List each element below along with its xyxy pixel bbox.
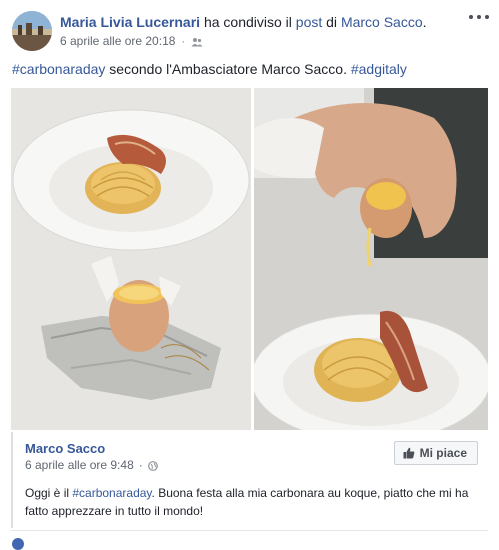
like-page-button[interactable]: Mi piace (393, 441, 478, 465)
shared-timestamp[interactable]: 6 aprile alle ore 9:48 (25, 458, 134, 472)
action-text: ha condiviso il (200, 14, 296, 30)
shared-text-before: Oggi è il (25, 486, 73, 500)
author-link[interactable]: Maria Livia Lucernari (60, 14, 200, 30)
original-author-link[interactable]: Marco Sacco (341, 14, 423, 30)
shared-post: Maria Livia Lucernari ha condiviso il po… (0, 0, 499, 550)
shared-post-text: Oggi è il #carbonaraday. Buona festa all… (25, 484, 480, 520)
like-button-label: Mi piace (419, 446, 467, 460)
shared-meta: 6 aprile alle ore 9:48 · (25, 458, 158, 472)
photo-pouring-yolk[interactable] (254, 88, 488, 430)
post-text: #carbonaraday secondo l'Ambasciatore Mar… (12, 60, 487, 78)
reaction-icon (12, 538, 24, 550)
friends-icon[interactable] (191, 36, 203, 47)
post-link[interactable]: post (296, 14, 322, 30)
shared-original-post: Marco Sacco 6 aprile alle ore 9:48 · Mi … (11, 432, 488, 528)
shared-hashtag-carbonaraday[interactable]: #carbonaraday (72, 486, 151, 500)
shared-meta-separator: · (138, 458, 143, 472)
more-options-icon[interactable] (469, 10, 489, 24)
shared-author-link[interactable]: Marco Sacco (25, 441, 105, 456)
globe-icon[interactable] (147, 460, 158, 471)
meta-separator: · (181, 34, 186, 48)
avatar[interactable] (12, 11, 52, 51)
post-timestamp[interactable]: 6 aprile alle ore 20:18 (60, 34, 175, 48)
thumbs-up-icon (403, 447, 415, 459)
photo-carbonara-plate[interactable] (11, 88, 251, 430)
period-text: . (422, 14, 427, 30)
dot (469, 15, 473, 19)
of-text: di (322, 14, 341, 30)
hashtag-adgitaly[interactable]: #adgitaly (351, 61, 407, 77)
post-header: Maria Livia Lucernari ha condiviso il po… (60, 13, 460, 31)
photo-grid (11, 88, 488, 430)
hashtag-carbonaraday[interactable]: #carbonaraday (12, 61, 105, 77)
post-body: secondo l'Ambasciatore Marco Sacco. (105, 61, 351, 77)
dot (477, 15, 481, 19)
divider (11, 530, 488, 531)
dot (485, 15, 489, 19)
post-meta: 6 aprile alle ore 20:18 · (60, 34, 203, 48)
